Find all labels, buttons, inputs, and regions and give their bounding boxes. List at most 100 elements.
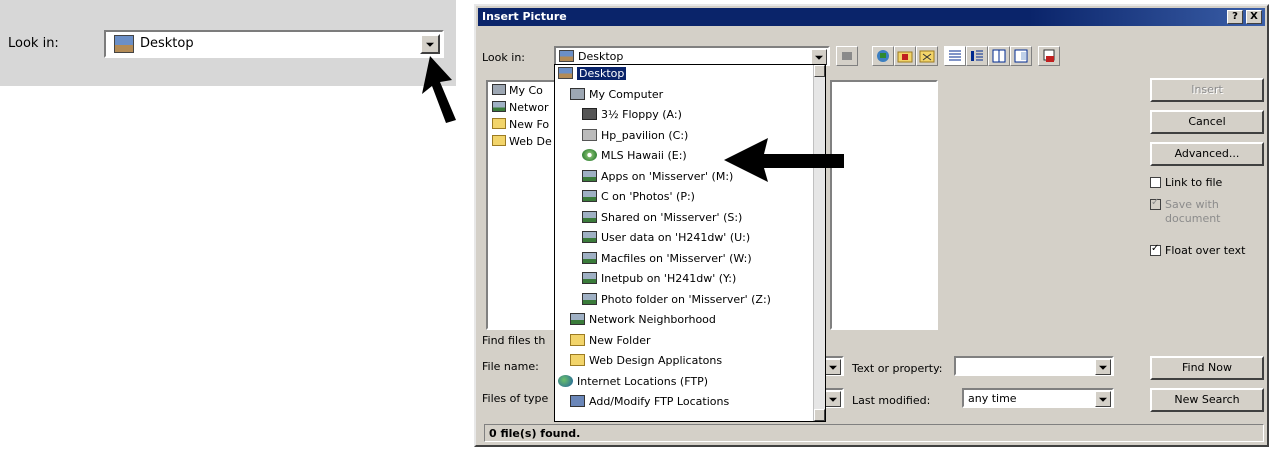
dropdown-item[interactable]: Apps on 'Misserver' (M:) [582,169,733,185]
dropdown-button[interactable] [825,391,841,407]
help-button[interactable]: ? [1227,10,1243,24]
dropdown-item[interactable]: Hp_pavilion (C:) [582,128,688,144]
dropdown-button[interactable] [1095,391,1111,407]
create-folder-button[interactable] [894,46,916,66]
dropdown-button[interactable] [825,359,841,375]
list-item[interactable]: Web De [492,135,552,148]
favorites-button[interactable] [916,46,938,66]
status-bar: 0 file(s) found. [484,424,1264,442]
computer-icon [570,87,585,100]
dropdown-item[interactable]: Shared on 'Misserver' (S:) [582,210,742,226]
network-drive-icon [582,231,597,243]
list-view-button[interactable] [944,46,966,66]
checkbox-icon [1150,243,1161,256]
dropdown-item-label: Desktop [577,67,627,80]
list-item[interactable]: Networ [492,101,549,114]
ftp-icon [570,395,585,407]
drive-icon [582,128,597,141]
folder-icon [570,333,585,346]
look-in-combobox[interactable]: Desktop [554,46,830,66]
list-item[interactable]: New Fo [492,118,549,131]
chevron-down-icon [1099,365,1107,370]
chevron-down-icon [1099,397,1107,402]
dropdown-item-label: C on 'Photos' (P:) [601,190,695,203]
dropdown-item-label: Add/Modify FTP Locations [589,395,730,408]
dropdown-button[interactable] [420,34,440,54]
search-web-button[interactable] [872,46,894,66]
chevron-down-icon [829,365,837,370]
dropdown-item[interactable]: Web Design Applicatons [570,353,722,369]
arrow-pointer-icon [422,56,456,123]
list-item[interactable]: My Co [492,84,543,97]
new-search-button[interactable]: New Search [1150,388,1264,412]
dropdown-item[interactable]: Photo folder on 'Misserver' (Z:) [582,292,771,308]
look-in-value: Desktop [140,36,194,51]
link-to-file-checkbox[interactable]: Link to file [1150,176,1222,189]
files-of-type-label: Files of type [482,392,549,405]
last-modified-combobox[interactable]: any time [962,388,1114,408]
close-button[interactable]: X [1246,10,1262,24]
dropdown-item[interactable]: C on 'Photos' (P:) [582,189,695,205]
floppy-icon [582,108,597,120]
find-now-button[interactable]: Find Now [1150,356,1264,380]
dropdown-item[interactable]: Network Neighborhood [570,312,716,328]
properties-view-button[interactable] [988,46,1010,66]
dropdown-item[interactable]: Macfiles on 'Misserver' (W:) [582,251,752,267]
dropdown-button[interactable] [1095,359,1111,375]
scroll-down-button[interactable] [814,409,825,421]
dropdown-scrollbar[interactable] [813,65,825,421]
dropdown-item-label: Network Neighborhood [589,313,716,326]
dropdown-item[interactable]: User data on 'H241dw' (U:) [582,230,750,246]
checkbox-icon [1150,197,1161,210]
text-or-property-label: Text or property: [852,362,943,375]
float-over-text-checkbox[interactable]: Float over text [1150,243,1245,257]
chevron-down-icon [426,42,434,47]
dropdown-item[interactable]: Inetpub on 'H241dw' (Y:) [582,271,736,287]
desktop-icon [558,67,573,79]
dropdown-item[interactable]: New Folder [570,333,650,349]
save-with-document-label-line2: document [1165,212,1221,225]
text-or-property-field[interactable] [954,356,1114,376]
dropdown-item-label: Internet Locations (FTP) [577,374,708,388]
dropdown-item-label: Macfiles on 'Misserver' (W:) [601,251,752,265]
preview-pane [830,80,938,330]
dropdown-button[interactable] [811,49,827,65]
commands-and-settings-button[interactable] [1038,46,1060,66]
network-drive-icon [582,210,597,223]
preview-view-button[interactable] [1010,46,1032,66]
last-modified-label: Last modified: [852,394,931,407]
cd-icon [582,149,597,161]
dropdown-item[interactable]: 3½ Floppy (A:) [582,107,682,123]
network-drive-icon [582,190,597,202]
dropdown-item[interactable]: MLS Hawaii (E:) [582,148,687,164]
save-with-document-checkbox[interactable]: Save with [1150,197,1219,211]
network-neighborhood-icon [570,313,585,325]
checkbox-icon [1150,177,1161,188]
network-drive-icon [582,251,597,264]
dropdown-item-label: User data on 'H241dw' (U:) [601,231,751,244]
scroll-up-button[interactable] [814,65,825,77]
dropdown-item-label: Apps on 'Misserver' (M:) [601,169,734,183]
network-drive-icon [582,169,597,182]
dropdown-item-label: My Computer [589,87,664,101]
insert-button[interactable]: Insert [1150,78,1264,102]
network-drive-icon [582,272,597,284]
dropdown-item[interactable]: Internet Locations (FTP) [558,374,708,390]
look-in-label: Look in: [482,51,525,64]
up-one-level-button[interactable] [836,46,858,66]
globe-icon [558,374,573,387]
dropdown-item-label: New Folder [589,333,651,347]
details-view-button[interactable] [966,46,988,66]
dropdown-item[interactable]: Desktop [558,66,627,82]
folder-icon [492,118,506,129]
dropdown-item[interactable]: My Computer [570,87,663,103]
dialog-title: Insert Picture [482,10,567,23]
advanced-button[interactable]: Advanced... [1150,142,1264,166]
look-in-combobox-enlarged[interactable]: Desktop [104,30,444,58]
dropdown-item[interactable]: Add/Modify FTP Locations [570,394,729,410]
desktop-icon [559,50,574,62]
cancel-button[interactable]: Cancel [1150,110,1264,134]
arrow-pointer-icon [724,138,844,182]
title-bar: Insert Picture ? X [478,8,1265,26]
chevron-down-icon [815,55,823,60]
